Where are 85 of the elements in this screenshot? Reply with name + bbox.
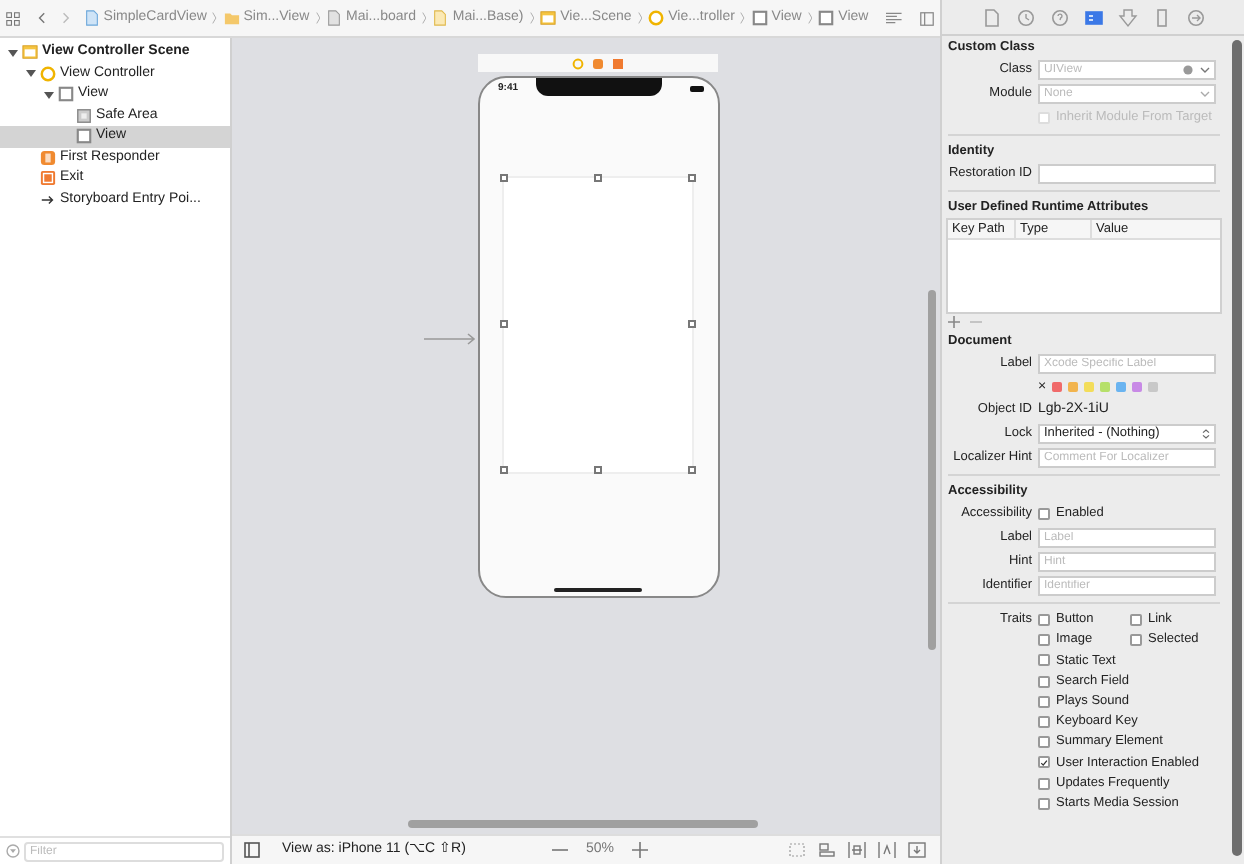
checkbox[interactable] — [1130, 614, 1142, 627]
chevron-icon — [740, 10, 746, 26]
chevron-icon — [422, 10, 427, 26]
square-icon — [751, 10, 768, 26]
panel-icon[interactable] — [244, 842, 260, 858]
checkbox[interactable] — [1038, 508, 1050, 520]
update-frames-icon[interactable] — [787, 842, 806, 858]
square-icon — [58, 86, 74, 103]
exit-icon — [40, 170, 56, 187]
embed-icon[interactable] — [907, 842, 926, 858]
resize-handle[interactable] — [500, 174, 508, 182]
chevron-icon — [212, 10, 218, 26]
checkbox[interactable] — [1130, 634, 1142, 647]
checkbox[interactable] — [1038, 675, 1050, 688]
vertical-scrollbar[interactable] — [928, 290, 936, 650]
resize-handle[interactable] — [594, 174, 602, 182]
document-icon — [326, 10, 342, 26]
remove-icon[interactable] — [970, 316, 982, 328]
ruler-icon[interactable] — [1151, 7, 1171, 27]
square-icon — [818, 10, 835, 26]
arrow-icon — [40, 191, 56, 208]
resize-handle[interactable] — [500, 320, 508, 328]
resolve-icon[interactable] — [877, 842, 896, 858]
color-swatch[interactable] — [1116, 382, 1127, 392]
resize-handle[interactable] — [688, 174, 696, 182]
document-icon — [432, 10, 449, 26]
color-swatch[interactable] — [1052, 382, 1063, 392]
home-indicator — [554, 588, 642, 592]
resize-handle[interactable] — [594, 466, 602, 474]
scrollbar[interactable] — [1232, 40, 1242, 856]
color-swatch[interactable] — [1084, 382, 1095, 392]
clock-icon[interactable] — [1015, 7, 1035, 27]
square-icon — [76, 128, 92, 145]
filter-icon — [6, 844, 20, 858]
scene-icon — [540, 10, 557, 26]
chevron-icon — [637, 10, 643, 26]
exit-icon[interactable] — [612, 57, 624, 69]
dropdown-icon[interactable] — [1200, 90, 1210, 98]
checkbox[interactable] — [1038, 654, 1050, 667]
dropdown-icon[interactable] — [1200, 66, 1210, 74]
pin-icon[interactable] — [847, 842, 866, 858]
checkbox[interactable] — [1038, 716, 1050, 729]
folder-icon — [223, 10, 240, 26]
add-icon[interactable] — [948, 316, 960, 328]
checkbox[interactable] — [1038, 736, 1050, 749]
chevron-icon — [807, 10, 813, 26]
help-icon[interactable] — [1049, 7, 1069, 27]
horizontal-scrollbar[interactable] — [408, 820, 758, 828]
checkbox[interactable] — [1038, 756, 1050, 769]
checkbox[interactable] — [1038, 797, 1050, 810]
lines-icon[interactable] — [886, 10, 902, 26]
entry-arrow — [424, 332, 478, 346]
id-card-icon[interactable] — [1083, 7, 1103, 27]
chevron-icon — [529, 10, 535, 26]
checkbox[interactable] — [1038, 634, 1050, 647]
gear-icon[interactable] — [1182, 64, 1194, 76]
swift-file-icon — [83, 10, 100, 26]
stepper-icon — [1202, 428, 1210, 440]
color-swatch[interactable] — [1148, 382, 1159, 392]
resize-handle[interactable] — [500, 466, 508, 474]
battery-icon — [690, 86, 704, 92]
circle-icon[interactable] — [572, 57, 584, 69]
arrow-circle-icon[interactable] — [1185, 7, 1205, 27]
file-icon[interactable] — [981, 7, 1001, 27]
color-swatch[interactable] — [1132, 382, 1143, 392]
align-icon[interactable] — [817, 842, 836, 858]
checkbox[interactable] — [1038, 695, 1050, 708]
resize-handle[interactable] — [688, 466, 696, 474]
panel-icon[interactable] — [919, 9, 934, 27]
grid-icon[interactable] — [6, 9, 20, 27]
back-icon[interactable] — [38, 10, 46, 26]
resize-handle[interactable] — [688, 320, 696, 328]
zoom-in-icon[interactable] — [631, 842, 648, 858]
color-swatch[interactable] — [1100, 382, 1111, 392]
circle-icon — [40, 65, 56, 82]
color-swatch[interactable] — [1068, 382, 1079, 392]
checkbox[interactable] — [1038, 614, 1050, 627]
device-notch — [536, 78, 662, 96]
chevron-icon — [315, 10, 320, 26]
slider-icon[interactable] — [1117, 7, 1137, 27]
forward-icon[interactable] — [61, 10, 70, 26]
circle-icon — [648, 10, 665, 26]
square-icon — [76, 107, 92, 124]
checkbox[interactable] — [1038, 777, 1050, 790]
scene-icon — [22, 44, 38, 61]
